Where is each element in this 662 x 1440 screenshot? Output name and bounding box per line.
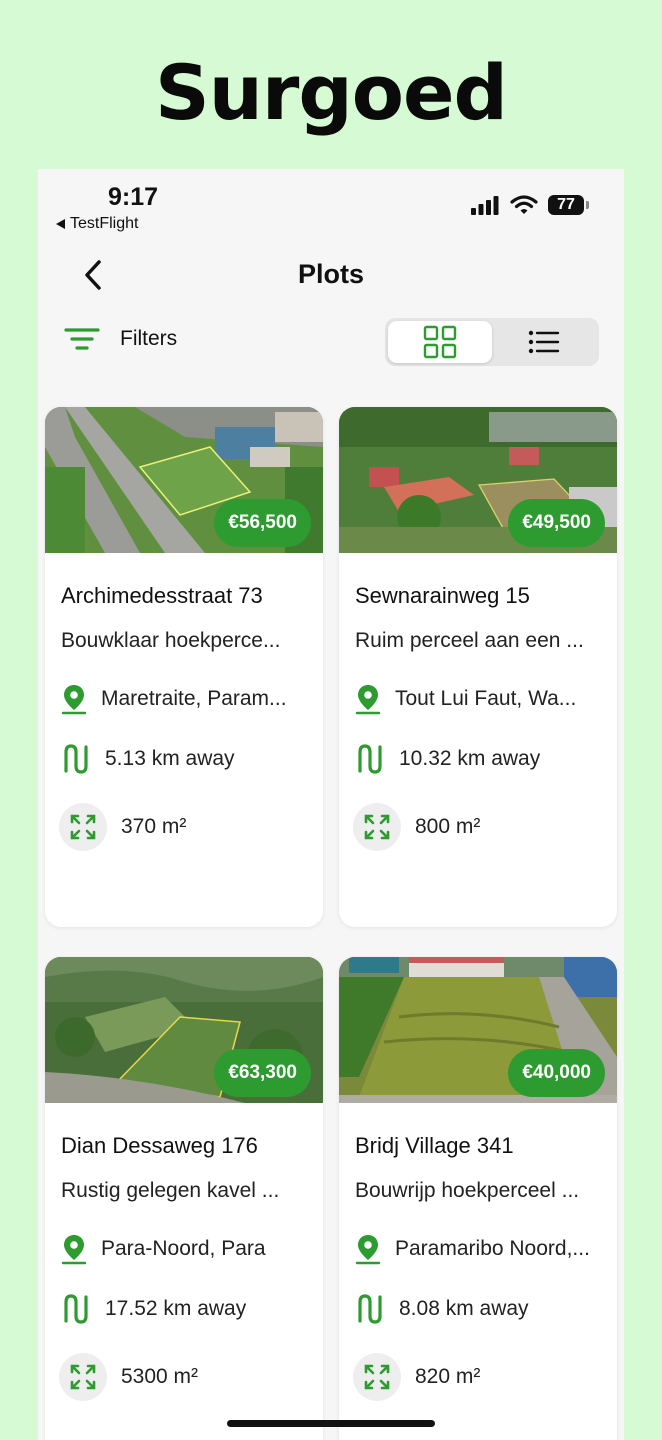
plot-area: 370 m² xyxy=(59,803,311,851)
map-pin-icon xyxy=(61,1235,87,1265)
plot-card[interactable]: €49,500 Sewnarainweg 15 Ruim perceel aan… xyxy=(339,407,617,927)
price-badge: €56,500 xyxy=(214,499,311,547)
back-triangle-icon xyxy=(56,219,65,229)
price-badge: €49,500 xyxy=(508,499,605,547)
plot-location: Para-Noord, Para xyxy=(61,1233,311,1265)
list-icon xyxy=(528,330,560,354)
battery-level: 77 xyxy=(557,196,575,213)
view-toggle xyxy=(385,318,599,366)
plot-area: 820 m² xyxy=(353,1353,605,1401)
list-view-button[interactable] xyxy=(492,321,596,363)
plot-description: Ruim perceel aan een ... xyxy=(355,629,584,652)
expand-icon xyxy=(353,803,401,851)
map-pin-icon xyxy=(355,1235,381,1265)
filter-icon xyxy=(64,328,100,350)
plot-area-text: 370 m² xyxy=(121,815,187,838)
plot-location-text: Tout Lui Faut, Wa... xyxy=(395,687,577,710)
map-pin-icon xyxy=(355,685,381,715)
route-icon xyxy=(64,744,88,774)
plot-distance: 17.52 km away xyxy=(61,1293,311,1325)
plot-distance: 10.32 km away xyxy=(355,743,605,775)
plot-distance-text: 17.52 km away xyxy=(105,1297,247,1320)
status-icons: 77 xyxy=(470,195,589,215)
price-badge: €63,300 xyxy=(214,1049,311,1097)
expand-icon xyxy=(353,1353,401,1401)
plot-description: Bouwklaar hoekperce... xyxy=(61,629,281,652)
plot-location: Paramaribo Noord,... xyxy=(355,1233,605,1265)
page-title: Plots xyxy=(297,259,364,289)
plot-area: 800 m² xyxy=(353,803,605,851)
plot-area: 5300 m² xyxy=(59,1353,311,1401)
route-icon xyxy=(358,744,382,774)
brand-title: Surgoed xyxy=(155,48,508,137)
battery-icon: 77 xyxy=(548,195,589,215)
plot-card[interactable]: €40,000 Bridj Village 341 Bouwrijp hoekp… xyxy=(339,957,617,1440)
price-badge: €40,000 xyxy=(508,1049,605,1097)
plot-area-text: 820 m² xyxy=(415,1365,481,1388)
expand-icon xyxy=(59,1353,107,1401)
plot-title: Sewnarainweg 15 xyxy=(355,583,530,608)
route-icon xyxy=(64,1294,88,1324)
wifi-icon xyxy=(510,195,538,214)
plot-description: Bouwrijp hoekperceel ... xyxy=(355,1179,580,1202)
plot-area-text: 800 m² xyxy=(415,815,481,838)
phone-screen: 9:17 TestFlight 77 Plots Filters €56,500… xyxy=(38,169,624,1440)
plot-location: Tout Lui Faut, Wa... xyxy=(355,683,605,715)
status-time: 9:17 xyxy=(108,183,159,211)
route-icon xyxy=(358,1294,382,1324)
plot-distance: 5.13 km away xyxy=(61,743,311,775)
plot-location-text: Para-Noord, Para xyxy=(101,1237,266,1260)
grid-view-button[interactable] xyxy=(388,321,492,363)
home-indicator[interactable] xyxy=(227,1420,435,1427)
filters-button[interactable]: Filters xyxy=(64,327,177,351)
plot-card[interactable]: €63,300 Dian Dessaweg 176 Rustig gelegen… xyxy=(45,957,323,1440)
plot-location: Maretraite, Param... xyxy=(61,683,311,715)
plot-distance-text: 8.08 km away xyxy=(399,1297,529,1320)
plot-card[interactable]: €56,500 Archimedesstraat 73 Bouwklaar ho… xyxy=(45,407,323,927)
expand-icon xyxy=(59,803,107,851)
plot-area-text: 5300 m² xyxy=(121,1365,199,1388)
plot-distance: 8.08 km away xyxy=(355,1293,605,1325)
filters-label: Filters xyxy=(120,327,178,350)
plot-distance-text: 10.32 km away xyxy=(399,747,541,770)
plot-distance-text: 5.13 km away xyxy=(105,747,235,770)
back-to-app-link[interactable]: TestFlight xyxy=(56,215,138,233)
grid-icon xyxy=(423,325,457,359)
plot-location-text: Paramaribo Noord,... xyxy=(395,1237,590,1260)
cellular-signal-icon xyxy=(471,196,499,215)
plot-description: Rustig gelegen kavel ... xyxy=(61,1179,280,1202)
back-app-label: TestFlight xyxy=(70,215,139,232)
plot-title: Archimedesstraat 73 xyxy=(61,583,263,608)
map-pin-icon xyxy=(61,685,87,715)
plot-title: Dian Dessaweg 176 xyxy=(61,1133,258,1158)
plot-location-text: Maretraite, Param... xyxy=(101,687,287,710)
plot-title: Bridj Village 341 xyxy=(355,1133,514,1158)
